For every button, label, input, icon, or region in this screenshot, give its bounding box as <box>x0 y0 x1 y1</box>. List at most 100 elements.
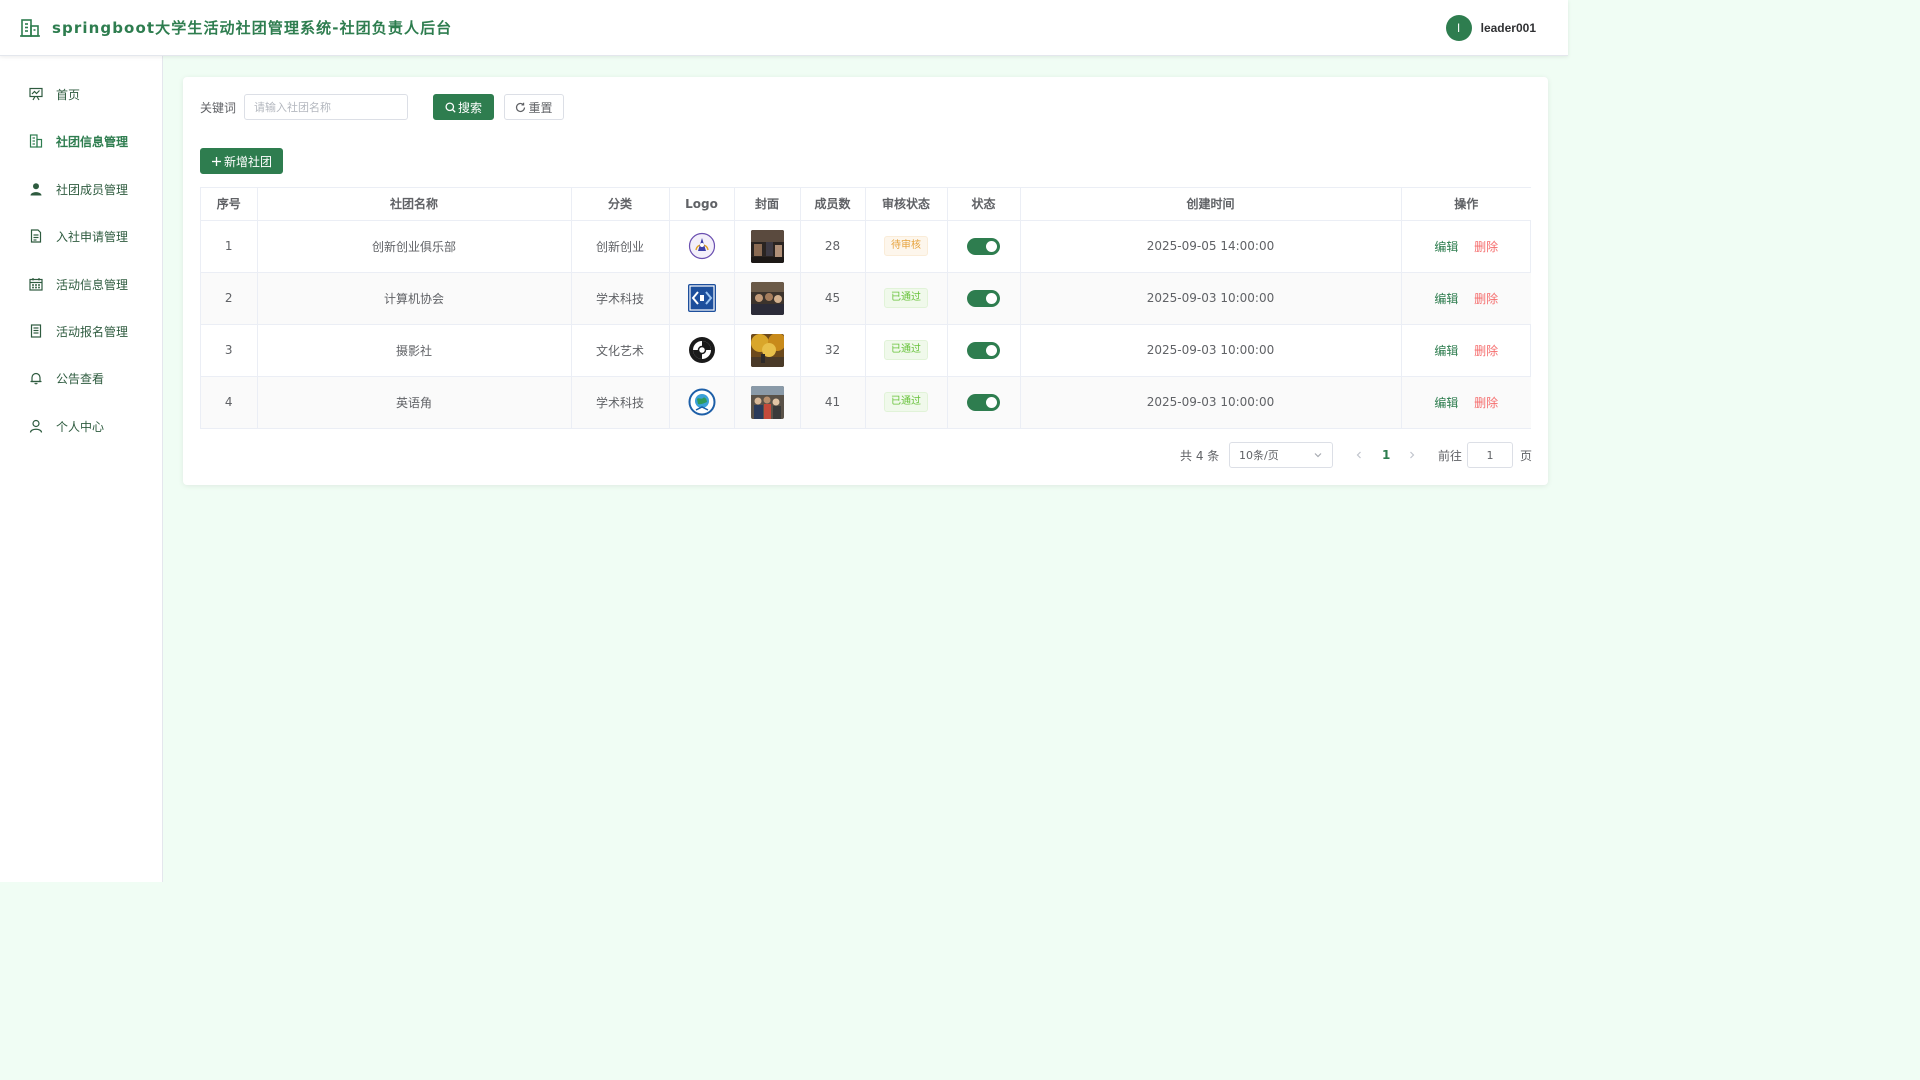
page-number-current[interactable]: 1 <box>1382 442 1390 468</box>
cell-status <box>947 220 1021 273</box>
status-toggle[interactable] <box>967 341 1000 359</box>
user-menu[interactable]: l leader001 <box>1445 15 1536 41</box>
table-row: 4 英语角 学术科技 41 已通过 2025-09-03 10:00:00 编辑… <box>201 376 1531 428</box>
delete-link[interactable]: 删除 <box>1474 240 1498 254</box>
club-cover[interactable] <box>750 229 784 263</box>
cell-actions: 编辑 删除 <box>1401 220 1531 273</box>
sidebar: 首页 社团信息管理 社团成员管理 入社申请管理 活动信息管理 活动报名管理 公告… <box>0 56 163 882</box>
column-header: 分类 <box>571 188 670 221</box>
cell-members: 41 <box>800 376 866 428</box>
cell-cover <box>734 324 801 377</box>
cell-review: 已通过 <box>865 272 948 325</box>
cell-actions: 编辑 删除 <box>1401 272 1531 325</box>
table-row: 3 摄影社 文化艺术 32 已通过 2025-09-03 10:00:00 编辑… <box>201 324 1531 377</box>
sidebar-item-label: 社团信息管理 <box>56 134 129 149</box>
calendar-icon <box>28 277 43 292</box>
sidebar-item-label: 社团成员管理 <box>56 182 129 197</box>
cell-members: 45 <box>800 272 866 325</box>
cell-index: 2 <box>201 272 258 325</box>
sidebar-item-label: 个人中心 <box>56 419 105 434</box>
prev-page-icon[interactable] <box>1354 442 1364 468</box>
edit-link[interactable]: 编辑 <box>1434 240 1458 254</box>
cell-index: 3 <box>201 324 258 377</box>
cell-name: 计算机协会 <box>257 272 572 325</box>
cell-cover <box>734 272 801 325</box>
search-button[interactable]: 搜索 <box>433 94 494 120</box>
cell-index: 4 <box>201 376 258 428</box>
search-icon <box>445 101 456 113</box>
column-header: 成员数 <box>800 188 866 221</box>
table-header-row: 序号 社团名称 分类 Logo 封面 成员数 审核状态 状态 创建时间 操作 <box>201 188 1531 221</box>
table-row: 2 计算机协会 学术科技 45 已通过 2025-09-03 10:00:00 … <box>201 272 1531 325</box>
cell-created: 2025-09-05 14:00:00 <box>1020 220 1402 273</box>
add-club-button[interactable]: 新增社团 <box>200 148 283 174</box>
avatar[interactable]: l <box>1445 15 1472 41</box>
column-header: Logo <box>669 188 735 221</box>
column-header: 审核状态 <box>865 188 948 221</box>
keyword-label: 关键词 <box>200 101 237 115</box>
club-cover[interactable] <box>750 385 784 419</box>
edit-link[interactable]: 编辑 <box>1434 344 1458 358</box>
cell-review: 已通过 <box>865 324 948 377</box>
cell-logo <box>669 376 735 428</box>
page-suffix: 页 <box>1520 448 1533 463</box>
sidebar-item-applications[interactable]: 入社申请管理 <box>0 216 162 256</box>
delete-link[interactable]: 删除 <box>1474 344 1498 358</box>
sidebar-item-home[interactable]: 首页 <box>0 74 162 114</box>
goto-page-input[interactable] <box>1467 442 1513 468</box>
page-size-value: 10条/页 <box>1239 449 1279 462</box>
page-size-select[interactable]: 10条/页 <box>1229 442 1333 468</box>
cell-members: 28 <box>800 220 866 273</box>
sidebar-item-profile[interactable]: 个人中心 <box>0 406 162 446</box>
cell-review: 待审核 <box>865 220 948 273</box>
club-logo[interactable] <box>688 388 716 416</box>
app-title: springboot大学生活动社团管理系统-社团负责人后台 <box>52 19 453 37</box>
sidebar-item-activities[interactable]: 活动信息管理 <box>0 264 162 304</box>
club-cover[interactable] <box>750 333 784 367</box>
column-header: 状态 <box>947 188 1021 221</box>
building-icon <box>20 18 40 38</box>
dashboard-icon <box>28 87 43 102</box>
main-card: 关键词 搜索 重置 新增社团 序号 社团名称 分类 <box>183 77 1548 485</box>
plus-icon <box>211 156 222 167</box>
club-cover[interactable] <box>750 281 784 315</box>
delete-link[interactable]: 删除 <box>1474 292 1498 306</box>
cell-actions: 编辑 删除 <box>1401 376 1531 428</box>
username[interactable]: leader001 <box>1481 21 1536 35</box>
review-status-badge: 已通过 <box>884 288 928 308</box>
status-toggle[interactable] <box>967 289 1000 307</box>
app-header: springboot大学生活动社团管理系统-社团负责人后台 l leader00… <box>0 0 1568 56</box>
delete-link[interactable]: 删除 <box>1474 396 1498 410</box>
column-header: 序号 <box>201 188 258 221</box>
cell-logo <box>669 220 735 273</box>
sidebar-item-notices[interactable]: 公告查看 <box>0 358 162 398</box>
edit-link[interactable]: 编辑 <box>1434 292 1458 306</box>
review-status-badge: 已通过 <box>884 340 928 360</box>
cell-cover <box>734 220 801 273</box>
sidebar-item-label: 入社申请管理 <box>56 229 129 244</box>
sidebar-item-club-info[interactable]: 社团信息管理 <box>0 121 162 161</box>
status-toggle[interactable] <box>967 393 1000 411</box>
cell-created: 2025-09-03 10:00:00 <box>1020 376 1402 428</box>
chevron-down-icon <box>1313 450 1323 463</box>
search-input[interactable] <box>244 94 408 120</box>
cell-created: 2025-09-03 10:00:00 <box>1020 272 1402 325</box>
cell-category: 创新创业 <box>571 220 670 273</box>
cell-name: 英语角 <box>257 376 572 428</box>
cell-status <box>947 376 1021 428</box>
sidebar-item-signups[interactable]: 活动报名管理 <box>0 311 162 351</box>
cell-category: 文化艺术 <box>571 324 670 377</box>
user-icon <box>28 182 43 197</box>
brand: springboot大学生活动社团管理系统-社团负责人后台 <box>20 17 452 38</box>
club-logo[interactable] <box>688 232 716 260</box>
edit-link[interactable]: 编辑 <box>1434 396 1458 410</box>
sidebar-item-members[interactable]: 社团成员管理 <box>0 169 162 209</box>
cell-members: 32 <box>800 324 866 377</box>
club-logo[interactable] <box>688 336 716 364</box>
next-page-icon[interactable] <box>1407 442 1417 468</box>
status-toggle[interactable] <box>967 237 1000 255</box>
cell-logo <box>669 272 735 325</box>
club-logo[interactable] <box>687 284 716 312</box>
cell-category: 学术科技 <box>571 272 670 325</box>
reset-button[interactable]: 重置 <box>504 94 564 120</box>
